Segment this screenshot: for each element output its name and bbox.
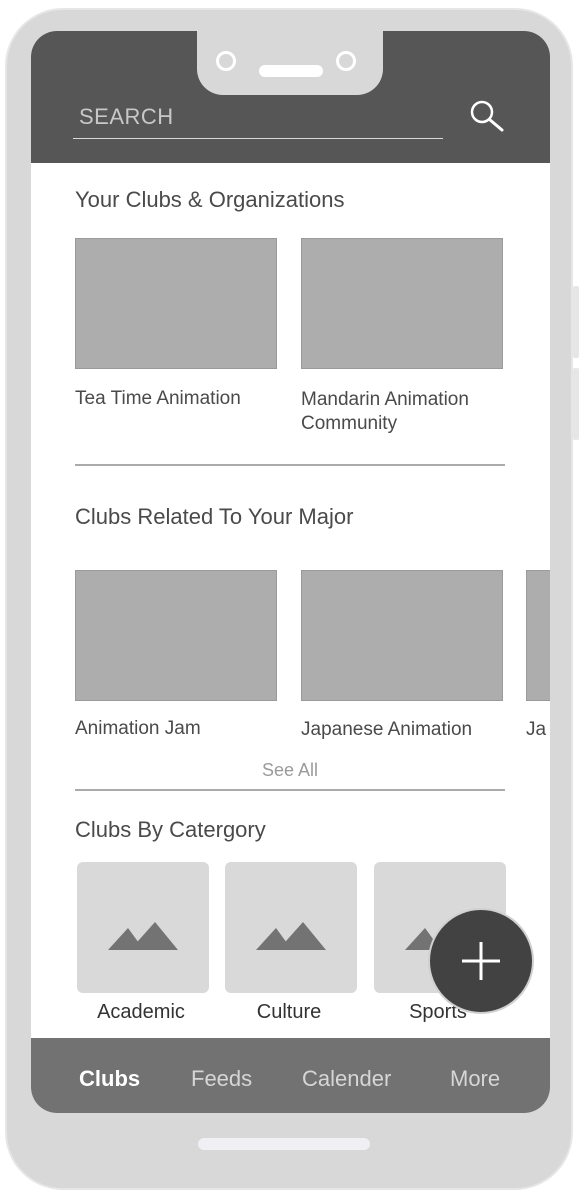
see-all-link[interactable]: See All — [75, 760, 505, 781]
club-card-image[interactable] — [75, 570, 277, 701]
club-card-label[interactable]: Mandarin Animation Community — [301, 388, 511, 436]
app-screen: SEARCH Your Clubs & Organizations Tea Ti… — [31, 31, 550, 1113]
nav-tab-more[interactable]: More — [450, 1038, 500, 1113]
image-placeholder-icon — [256, 922, 326, 950]
section-title-categories: Clubs By Catergory — [75, 817, 266, 842]
search-input[interactable]: SEARCH — [73, 95, 443, 139]
volume-button — [573, 286, 579, 358]
nav-tab-calender[interactable]: Calender — [302, 1038, 391, 1113]
category-tile-academic[interactable] — [77, 862, 209, 993]
category-label[interactable]: Academic — [66, 1001, 216, 1024]
home-indicator[interactable] — [198, 1138, 370, 1150]
image-placeholder-icon — [108, 922, 178, 950]
nav-tab-feeds[interactable]: Feeds — [191, 1038, 252, 1113]
club-card-label[interactable]: Ja — [526, 718, 550, 742]
sensor-icon — [336, 51, 356, 71]
category-label[interactable]: Culture — [214, 1001, 364, 1024]
club-card-label[interactable]: Animation Jam — [75, 717, 285, 741]
club-card-label[interactable]: Japanese Animation — [301, 718, 511, 742]
add-club-button[interactable] — [428, 908, 534, 1014]
club-card-label[interactable]: Tea Time Animation — [75, 387, 285, 411]
camera-icon — [216, 51, 236, 71]
header-bar: SEARCH — [31, 31, 550, 163]
bottom-navigation: Clubs Feeds Calender More — [31, 1038, 550, 1113]
speaker-grille — [259, 65, 323, 77]
plus-icon — [462, 942, 500, 980]
category-tile-culture[interactable] — [225, 862, 357, 993]
club-card-image[interactable] — [301, 570, 503, 701]
nav-tab-clubs[interactable]: Clubs — [79, 1038, 140, 1113]
section-title-your-clubs: Your Clubs & Organizations — [75, 187, 345, 212]
section-divider — [75, 464, 505, 466]
search-placeholder: SEARCH — [79, 103, 174, 129]
club-card-image[interactable] — [526, 570, 550, 701]
section-title-related-clubs: Clubs Related To Your Major — [75, 504, 354, 529]
club-card-image[interactable] — [301, 238, 503, 369]
volume-button — [573, 368, 579, 440]
search-icon[interactable] — [467, 97, 507, 137]
phone-notch — [197, 31, 383, 95]
section-divider — [75, 789, 505, 791]
club-card-image[interactable] — [75, 238, 277, 369]
